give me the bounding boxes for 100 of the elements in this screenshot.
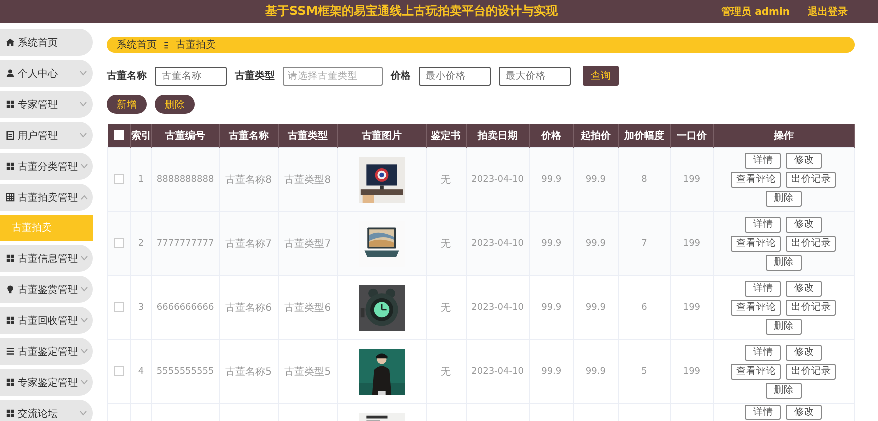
table-cell: 2023-04-10 xyxy=(472,367,524,377)
sidebar-item[interactable]: 古董拍卖管理 xyxy=(0,184,93,211)
user-label: 管理员 admin xyxy=(722,6,790,18)
breadcrumb-link[interactable]: 古董拍卖 xyxy=(176,38,216,52)
sidebar-item[interactable]: 古董信息管理 xyxy=(0,245,93,272)
table-cell: 99.9 xyxy=(586,367,606,377)
select-all-checkbox[interactable] xyxy=(114,130,124,140)
table-cell: 4 xyxy=(138,367,144,377)
row-checkbox[interactable] xyxy=(114,302,124,312)
table-cell: 古董名称5 xyxy=(226,366,272,378)
table-cell: 古董名称8 xyxy=(226,174,272,186)
action-button[interactable]: 查看评论 xyxy=(731,172,782,188)
table-cell: 8 xyxy=(642,175,648,185)
sidebar-item[interactable]: 专家鉴定管理 xyxy=(0,369,93,396)
table-cell: 99.9 xyxy=(586,239,606,249)
action-button[interactable]: 详情 xyxy=(745,216,782,232)
action-button[interactable]: 删除 xyxy=(766,382,802,398)
action-button[interactable]: 修改 xyxy=(786,152,822,168)
action-button[interactable]: 详情 xyxy=(745,405,782,420)
table-cell: 99.9 xyxy=(586,175,606,185)
table-cell: 99.9 xyxy=(542,239,562,249)
sidebar-item[interactable]: 系统首页 xyxy=(0,29,93,56)
action-button[interactable]: 详情 xyxy=(745,152,782,168)
action-button[interactable]: 修改 xyxy=(786,216,822,232)
table-cell: 2023-04-10 xyxy=(472,303,524,313)
table-cell: 5555555555 xyxy=(156,367,214,377)
table-cell: 7777777777 xyxy=(156,239,214,249)
table-cell: 99.9 xyxy=(542,367,562,377)
table-cell: 2 xyxy=(138,239,144,249)
chevron-icon xyxy=(81,164,88,169)
min-price-field[interactable]: 最小价格 xyxy=(419,66,491,86)
action-button[interactable]: 出价记录 xyxy=(786,172,836,188)
action-button[interactable]: 查看评论 xyxy=(731,364,782,380)
column-header: 操作 xyxy=(713,124,854,148)
table-cell: 199 xyxy=(683,175,701,185)
toolbar-button[interactable]: 删除 xyxy=(155,95,195,114)
name-field[interactable]: 古董名称 xyxy=(155,66,227,86)
sidebar-item[interactable]: 交流论坛 xyxy=(0,400,93,421)
max-price-field[interactable]: 最大价格 xyxy=(499,66,571,86)
sidebar-item[interactable]: 用户管理 xyxy=(0,122,93,149)
sidebar-item[interactable]: 专家管理 xyxy=(0,91,93,118)
table-cell: 古董类型5 xyxy=(284,366,332,378)
row-checkbox[interactable] xyxy=(114,238,124,248)
bulb-icon xyxy=(6,285,15,294)
action-button[interactable]: 修改 xyxy=(786,280,822,296)
table-cell: 199 xyxy=(683,239,701,249)
sidebar-item[interactable]: 古董鉴定管理 xyxy=(0,338,93,365)
chevron-icon xyxy=(81,380,88,385)
grid-icon xyxy=(6,378,15,387)
search-button[interactable]: 查询 xyxy=(583,66,619,86)
row-checkbox[interactable] xyxy=(114,174,124,184)
field-label: 古董名称 xyxy=(107,70,147,83)
table-cell: 99.9 xyxy=(542,175,562,185)
row-checkbox[interactable] xyxy=(114,366,124,376)
table-cell: 199 xyxy=(683,303,701,313)
toolbar-button[interactable]: 新增 xyxy=(107,95,147,114)
column-header: 索引 xyxy=(130,124,152,148)
action-button[interactable]: 详情 xyxy=(745,280,782,296)
column-header: 古董类型 xyxy=(278,124,338,148)
table-cell: 古董类型8 xyxy=(284,174,332,186)
sidebar-item[interactable]: 古董鉴赏管理 xyxy=(0,276,93,303)
table-cell: 古董名称6 xyxy=(226,302,272,314)
table-cell: 无 xyxy=(441,302,452,314)
column-header: 价格 xyxy=(529,124,574,148)
table-cell: 古董名称7 xyxy=(226,238,272,250)
chevron-icon xyxy=(80,411,87,416)
grid-icon xyxy=(6,100,15,109)
chevron-icon xyxy=(81,287,88,292)
person-icon xyxy=(6,69,15,78)
breadcrumb-link[interactable]: 系统首页 xyxy=(117,38,157,52)
action-button[interactable]: 详情 xyxy=(745,344,782,360)
action-button[interactable]: 删除 xyxy=(766,254,802,270)
logout-link[interactable]: 退出登录 xyxy=(808,4,848,18)
chevron-icon xyxy=(81,256,88,261)
action-button[interactable]: 出价记录 xyxy=(786,300,836,316)
site-title: 基于SSM框架的易宝通线上古玩拍卖平台的设计与实现 xyxy=(264,3,560,20)
action-button[interactable]: 修改 xyxy=(786,405,822,420)
table-cell: 2023-04-10 xyxy=(472,175,524,185)
action-button[interactable]: 删除 xyxy=(766,318,802,334)
field-label: 古董类型 xyxy=(235,70,275,83)
action-button[interactable]: 查看评论 xyxy=(731,236,782,252)
table-cell: 199 xyxy=(683,367,701,377)
sidebar-item[interactable]: 个人中心 xyxy=(0,60,93,87)
table-cell: 无 xyxy=(441,238,452,250)
sidebar-item[interactable]: 古董分类管理 xyxy=(0,153,93,180)
grid-icon xyxy=(6,162,15,171)
action-button[interactable]: 查看评论 xyxy=(731,300,782,316)
action-button[interactable]: 修改 xyxy=(786,344,822,360)
chevron-icon xyxy=(80,102,87,107)
sidebar-item[interactable]: 古董回收管理 xyxy=(0,307,93,334)
column-header: 加价幅度 xyxy=(618,124,671,148)
home-icon xyxy=(6,38,15,47)
action-button[interactable]: 出价记录 xyxy=(786,236,836,252)
chevron-icon xyxy=(81,349,88,354)
chevron-icon xyxy=(80,133,87,138)
table-cell: 3 xyxy=(138,303,144,313)
column-header: 古董图片 xyxy=(337,124,426,148)
chevron-icon xyxy=(80,71,87,76)
action-button[interactable]: 删除 xyxy=(766,190,802,206)
action-button[interactable]: 出价记录 xyxy=(786,364,836,380)
